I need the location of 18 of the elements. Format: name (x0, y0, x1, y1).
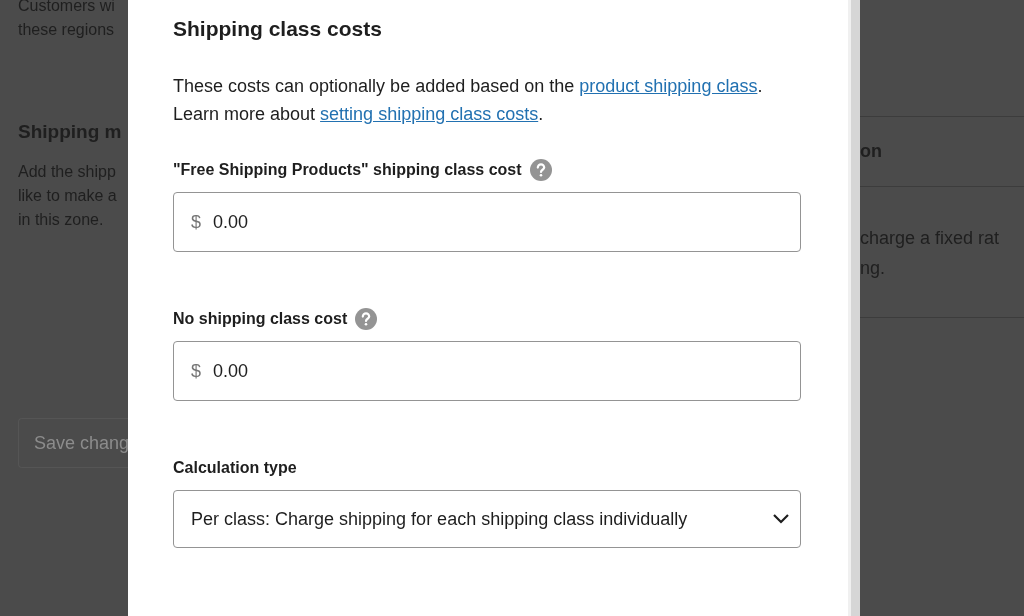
chevron-down-icon (772, 513, 790, 525)
field-label: Calculation type (173, 458, 297, 478)
currency-symbol: $ (191, 359, 201, 383)
help-icon[interactable] (355, 308, 378, 330)
link[interactable]: setting shipping class costs (320, 104, 539, 124)
modal-title: Shipping class costs (173, 16, 383, 42)
scrollbar[interactable] (848, 0, 860, 616)
help-icon[interactable] (529, 159, 552, 181)
input-value: 0.00 (213, 359, 249, 383)
field-label: No shipping class cost (173, 309, 348, 329)
currency-symbol: $ (191, 210, 201, 234)
description-text: These costs can optionally be added based on the product shipping class. Learn more about setting shipping class costs. (173, 75, 764, 126)
input-field[interactable]: $ 0.00 (173, 192, 801, 252)
input-value: 0.00 (213, 210, 249, 234)
field-label: "Free Shipping Products" shipping class cost (173, 160, 522, 180)
select-field[interactable]: Per class: Charge shipping for each shipping class individually (173, 490, 801, 548)
input-field[interactable]: $ 0.00 (173, 341, 801, 401)
link[interactable]: product shipping class (579, 76, 758, 96)
